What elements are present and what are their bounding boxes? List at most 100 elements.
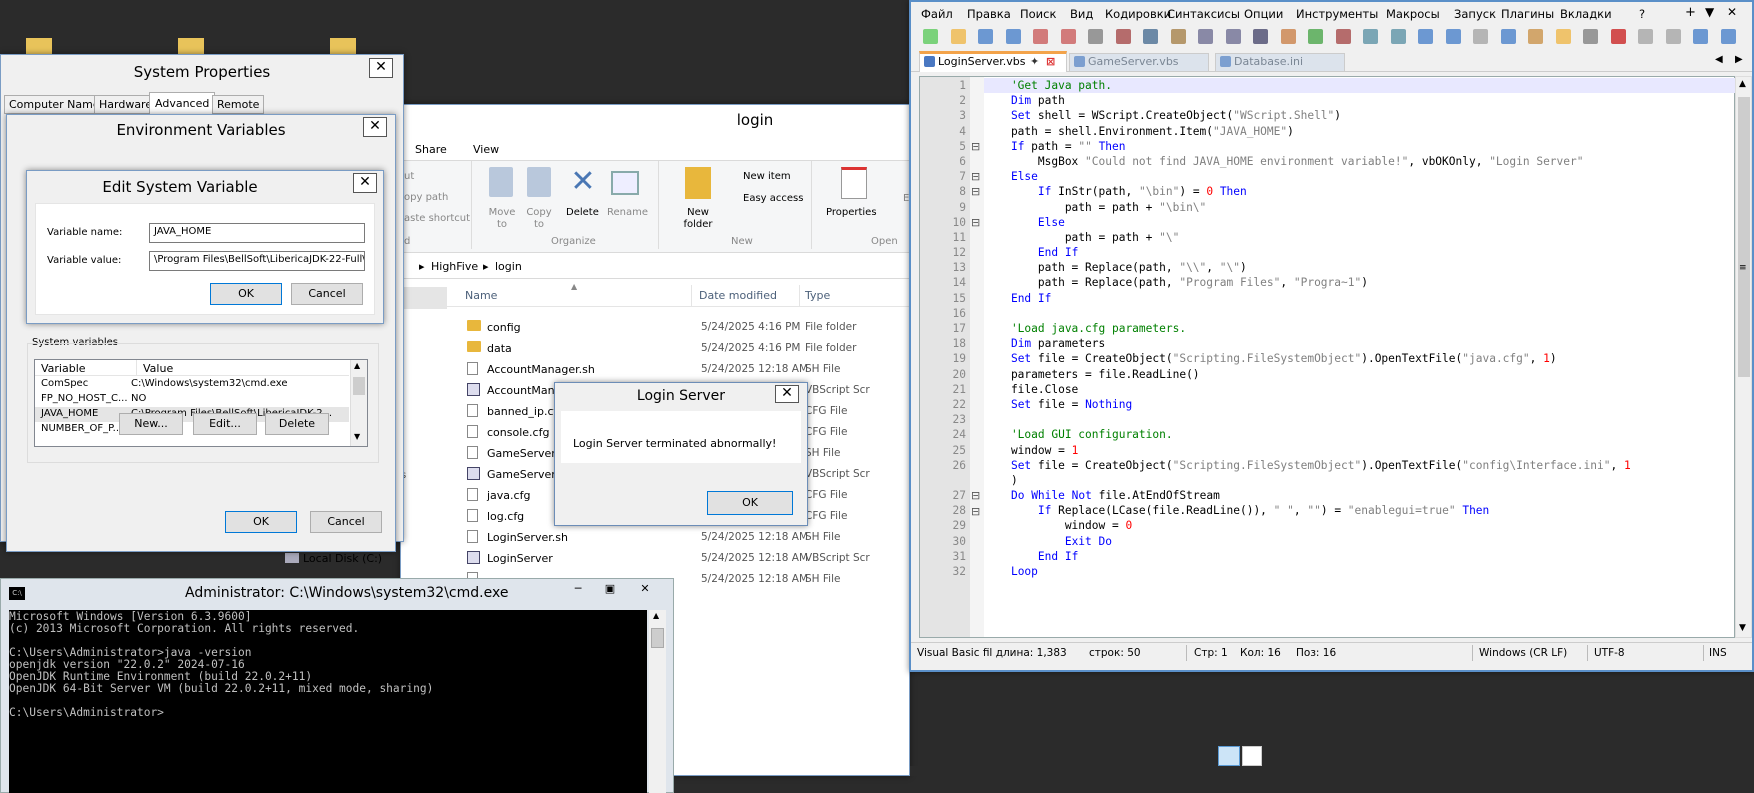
menu-item[interactable]: ? — [1639, 7, 1645, 21]
ok-button[interactable]: OK — [707, 491, 793, 515]
table-header-value[interactable]: Value — [137, 360, 349, 376]
tab-advanced[interactable]: Advanced — [149, 92, 216, 114]
tab-remote[interactable]: Remote — [212, 95, 265, 114]
code-area[interactable]: 'Get Java path. Dim path Set shell = WSc… — [984, 78, 1719, 579]
cut-button[interactable]: ut — [404, 171, 414, 182]
tab-computer-name[interactable]: Computer Name — [4, 95, 105, 114]
play-macro-icon[interactable] — [1665, 29, 1681, 44]
close-icon[interactable] — [1033, 29, 1048, 44]
fold-toggle-icon[interactable]: ⊟ — [971, 169, 980, 184]
easy-access-button[interactable]: Easy access — [743, 193, 803, 204]
replace-icon[interactable] — [1280, 29, 1296, 44]
rename-button[interactable]: Rename — [607, 207, 648, 218]
tab-scroll-left-icon[interactable]: ◀ — [1715, 54, 1723, 65]
menu-item[interactable]: Макросы — [1386, 7, 1440, 21]
monitor-icon[interactable] — [1583, 29, 1598, 44]
menu-dropdown-icon[interactable]: ▼ — [1705, 5, 1714, 19]
file-row[interactable]: config 5/24/2025 4:16 PM File folder — [447, 317, 911, 337]
save-icon[interactable] — [978, 29, 993, 44]
menu-item[interactable]: Файл — [921, 7, 953, 21]
column-date[interactable]: Date modified — [699, 289, 777, 302]
menu-item[interactable]: Инструменты — [1296, 7, 1378, 21]
details-view-button[interactable] — [1218, 746, 1240, 766]
close-button[interactable]: ✕ — [353, 173, 377, 193]
func-list-icon[interactable] — [1528, 29, 1543, 44]
cancel-button[interactable]: Cancel — [291, 283, 363, 305]
scroll-thumb[interactable] — [651, 628, 664, 648]
fold-toggle-icon[interactable]: ⊟ — [971, 215, 980, 230]
close-button[interactable]: ✕ — [627, 582, 663, 602]
scroll-up-icon[interactable]: ▲ — [354, 361, 360, 370]
menu-item[interactable]: Вид — [1070, 7, 1093, 21]
scrollbar[interactable]: ▲ ▼ — [350, 360, 367, 446]
maximize-button[interactable]: ▣ — [595, 582, 625, 602]
breadcrumb-highfive[interactable]: HighFive — [431, 260, 478, 273]
table-header-variable[interactable]: Variable — [35, 360, 137, 376]
tab-hardware[interactable]: Hardware — [94, 95, 158, 114]
menu-item[interactable]: Кодировки — [1105, 7, 1171, 21]
variable-value-input[interactable]: \Program Files\BellSoft\LibericaJDK-22-F… — [149, 251, 365, 271]
menu-item[interactable]: Синтаксисы — [1167, 7, 1240, 21]
record-macro-icon[interactable] — [1610, 29, 1626, 44]
menu-close-icon[interactable]: + — [1685, 5, 1696, 20]
tab-database[interactable]: Database.ini — [1215, 53, 1345, 72]
file-row[interactable]: AccountManager.sh 5/24/2025 12:18 AM SH Fi… — [447, 359, 911, 379]
variable-name-input[interactable]: JAVA_HOME — [149, 223, 365, 243]
scroll-up-icon[interactable]: ▲ — [653, 611, 659, 620]
sync-v-icon[interactable] — [1363, 29, 1378, 44]
tab-share[interactable]: Share — [415, 143, 447, 156]
save-macro-icon[interactable] — [1720, 29, 1736, 44]
column-type[interactable]: Type — [805, 289, 830, 302]
new-file-icon[interactable] — [923, 29, 938, 44]
move-to-button[interactable]: Move to — [483, 207, 521, 231]
edit-variable-button[interactable]: Edit... — [193, 413, 257, 435]
tab-scroll-right-icon[interactable]: ▶ — [1735, 54, 1743, 65]
cancel-button[interactable]: Cancel — [310, 511, 382, 533]
menu-item[interactable]: Правка — [967, 7, 1011, 21]
scroll-up-icon[interactable]: ▲ — [1739, 79, 1746, 89]
new-item-button[interactable]: New item — [743, 171, 791, 182]
table-row[interactable]: ComSpec C:\Windows\system32\cmd.exe — [35, 377, 349, 392]
word-wrap-icon[interactable] — [1418, 29, 1433, 44]
save-all-icon[interactable] — [1005, 29, 1021, 44]
delete-variable-button[interactable]: Delete — [265, 413, 329, 435]
file-row[interactable]: LoginServer.sh 5/24/2025 12:18 AM SH File — [447, 527, 911, 547]
paste-shortcut-button[interactable]: aste shortcut — [404, 213, 470, 224]
fold-toggle-icon[interactable]: ⊟ — [971, 488, 980, 503]
zoom-out-icon[interactable] — [1335, 29, 1351, 44]
ok-button[interactable]: OK — [225, 511, 297, 533]
indent-guide-icon[interactable] — [1473, 29, 1488, 44]
cmd-output[interactable]: Microsoft Windows [Version 6.3.9600] (c) … — [9, 610, 647, 793]
ok-button[interactable]: OK — [210, 283, 282, 305]
menu-item[interactable]: Опции — [1244, 7, 1283, 21]
tab-loginserver[interactable]: LoginServer.vbs ✦ ⊠ — [919, 51, 1067, 72]
fold-toggle-icon[interactable]: ⊟ — [971, 504, 980, 519]
close-button[interactable]: ✕ — [363, 117, 387, 137]
file-row[interactable]: data 5/24/2025 4:16 PM File folder — [447, 338, 911, 358]
nav-selected-item[interactable] — [401, 287, 447, 309]
sync-h-icon[interactable] — [1390, 29, 1406, 44]
menu-item[interactable]: Запуск — [1454, 7, 1496, 21]
cmd-scrollbar[interactable]: ▲ — [649, 610, 666, 793]
copy-to-button[interactable]: Copy to — [521, 207, 557, 231]
menu-item[interactable]: Вкладки — [1560, 7, 1612, 21]
editor[interactable]: 1 2 3 4 5 6 7 8 9 10 11 12 13 14 15 16 17 18 19 20 21 22 23 24 2… — [919, 76, 1736, 638]
new-variable-button[interactable]: New... — [119, 413, 183, 435]
copy-path-button[interactable]: opy path — [404, 192, 448, 203]
print-icon[interactable] — [1088, 29, 1103, 44]
delete-button[interactable]: Delete — [566, 207, 599, 218]
scroll-thumb[interactable] — [1738, 97, 1750, 377]
nav-local-disk[interactable]: Local Disk (C:) — [303, 552, 382, 565]
find-icon[interactable] — [1253, 29, 1268, 44]
new-folder-button[interactable]: New folder — [678, 207, 718, 231]
undo-icon[interactable] — [1198, 29, 1213, 44]
copy-icon[interactable] — [1143, 29, 1158, 44]
menu-x-icon[interactable]: ✕ — [1727, 5, 1737, 19]
close-button[interactable]: ✕ — [369, 58, 393, 78]
redo-icon[interactable] — [1225, 29, 1241, 44]
properties-button[interactable]: Properties — [826, 207, 877, 218]
run-macro-icon[interactable] — [1693, 29, 1708, 44]
zoom-in-icon[interactable] — [1308, 29, 1323, 44]
menu-item[interactable]: Плагины — [1501, 7, 1554, 21]
column-name[interactable]: Name — [465, 289, 497, 302]
